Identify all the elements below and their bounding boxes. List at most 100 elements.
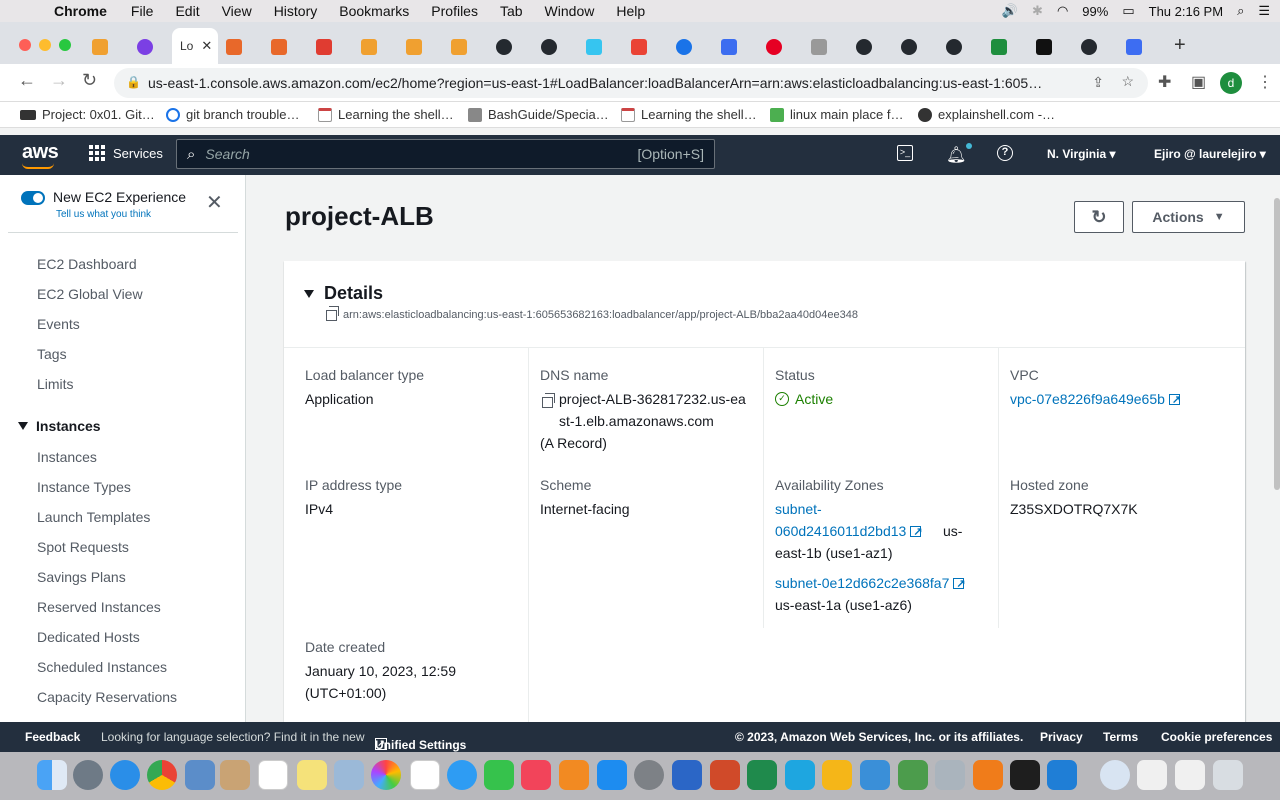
- new-tab-button[interactable]: +: [1174, 34, 1186, 57]
- launchpad-icon[interactable]: [73, 760, 103, 790]
- battery-percent[interactable]: 99%: [1082, 4, 1108, 19]
- messages-icon[interactable]: [447, 760, 477, 790]
- vlc-icon[interactable]: [973, 760, 1003, 790]
- tab-close-icon[interactable]: ✕: [201, 38, 212, 54]
- sidebar-item-savings-plans[interactable]: Savings Plans: [37, 569, 126, 585]
- vpc-link[interactable]: vpc-07e8226f9a649e65b: [1010, 388, 1181, 411]
- details-toggle[interactable]: Details: [304, 283, 383, 304]
- app-icon[interactable]: [898, 760, 928, 790]
- bookmark-item[interactable]: Project: 0x01. Git…: [20, 107, 155, 122]
- tab-pinterest[interactable]: [766, 36, 782, 58]
- sidebar-item-spot-requests[interactable]: Spot Requests: [37, 539, 129, 555]
- cookie-preferences-link[interactable]: Cookie preferences: [1161, 730, 1272, 744]
- excel-icon[interactable]: [747, 760, 777, 790]
- spotlight-icon[interactable]: ⌕: [1237, 3, 1244, 19]
- tab-github-5[interactable]: [946, 36, 962, 58]
- music-icon[interactable]: [521, 760, 551, 790]
- account-menu[interactable]: Ejiro @ laurelejiro ▾: [1154, 147, 1266, 161]
- control-center-icon[interactable]: ☰: [1258, 3, 1270, 19]
- powerpoint-icon[interactable]: [710, 760, 740, 790]
- tab-5[interactable]: [316, 36, 332, 58]
- page-scrollbar[interactable]: [1274, 198, 1280, 490]
- menu-window[interactable]: Window: [545, 3, 595, 19]
- maximize-window-icon[interactable]: [59, 39, 71, 51]
- bookmark-item[interactable]: git branch trouble…: [166, 107, 299, 122]
- actions-button[interactable]: Actions ▼: [1132, 201, 1245, 233]
- app-store-icon[interactable]: [597, 760, 627, 790]
- tab-11[interactable]: [721, 36, 737, 58]
- copy-icon[interactable]: [326, 305, 339, 321]
- notes-icon[interactable]: [297, 760, 327, 790]
- tab-17[interactable]: [991, 36, 1007, 58]
- tab-8[interactable]: [451, 36, 467, 58]
- tab-13[interactable]: [811, 36, 827, 58]
- sidebar-item-instance-types[interactable]: Instance Types: [37, 479, 131, 495]
- tab-10[interactable]: [676, 36, 692, 58]
- tab-2[interactable]: [137, 36, 153, 58]
- app-icon[interactable]: [860, 760, 890, 790]
- wifi-icon[interactable]: ◠: [1057, 3, 1068, 19]
- cloudshell-icon[interactable]: >_: [897, 145, 913, 161]
- tab-active[interactable]: Lo ✕: [172, 28, 218, 64]
- menu-chrome[interactable]: Chrome: [54, 3, 107, 19]
- tab-6[interactable]: [361, 36, 377, 58]
- document-icon[interactable]: [1137, 760, 1167, 790]
- bookmark-item[interactable]: Learning the shell…: [318, 107, 454, 122]
- feedback-link[interactable]: Tell us what you think: [56, 209, 151, 220]
- region-selector[interactable]: N. Virginia ▾: [1047, 147, 1116, 161]
- refresh-button[interactable]: ↻: [1074, 201, 1124, 233]
- menu-edit[interactable]: Edit: [175, 3, 199, 19]
- tab-github-6[interactable]: [1081, 36, 1097, 58]
- reminders-icon[interactable]: [410, 760, 440, 790]
- sidebar-item-events[interactable]: Events: [37, 316, 80, 332]
- reload-icon[interactable]: ↻: [82, 70, 97, 91]
- photos-icon[interactable]: [371, 760, 401, 790]
- minimize-window-icon[interactable]: [39, 39, 51, 51]
- chrome-menu-icon[interactable]: ⋮: [1257, 72, 1273, 92]
- trash-icon[interactable]: [1213, 760, 1243, 790]
- app-icon[interactable]: [935, 760, 965, 790]
- address-bar[interactable]: 🔒 us-east-1.console.aws.amazon.com/ec2/h…: [114, 68, 1148, 98]
- facetime-icon[interactable]: [484, 760, 514, 790]
- az1-subnet-link-cont[interactable]: 060d2416011d2bd13: [775, 520, 923, 543]
- sidebar-item-limits[interactable]: Limits: [37, 376, 74, 392]
- copy-icon[interactable]: [542, 393, 555, 408]
- sidebar-item-global-view[interactable]: EC2 Global View: [37, 286, 143, 302]
- privacy-link[interactable]: Privacy: [1040, 730, 1083, 744]
- menu-history[interactable]: History: [274, 3, 318, 19]
- side-panel-icon[interactable]: ▣: [1191, 72, 1206, 92]
- tab-bootstrap[interactable]: [1126, 36, 1142, 58]
- preview-icon[interactable]: [185, 760, 215, 790]
- tab-7[interactable]: [406, 36, 422, 58]
- bookmark-item[interactable]: explainshell.com -…: [918, 107, 1055, 122]
- forward-icon[interactable]: →: [50, 70, 68, 91]
- sidebar-item-reserved-instances[interactable]: Reserved Instances: [37, 599, 161, 615]
- sidebar-item-ec2-dashboard[interactable]: EC2 Dashboard: [37, 256, 137, 272]
- system-preferences-icon[interactable]: [634, 760, 664, 790]
- safari-icon[interactable]: [110, 760, 140, 790]
- document-icon[interactable]: [1175, 760, 1205, 790]
- tab-github-4[interactable]: [901, 36, 917, 58]
- vscode-icon[interactable]: [1047, 760, 1077, 790]
- preview-app-icon[interactable]: [334, 760, 364, 790]
- tab-slack[interactable]: [586, 36, 602, 58]
- volume-icon[interactable]: 🔊: [1002, 3, 1018, 19]
- battery-icon[interactable]: ▭: [1122, 3, 1134, 19]
- terminal-icon[interactable]: [1010, 760, 1040, 790]
- tab-github-2[interactable]: [541, 36, 557, 58]
- bookmark-item[interactable]: Learning the shell…: [621, 107, 757, 122]
- sidebar-item-instances[interactable]: Instances: [37, 449, 97, 465]
- app-icon[interactable]: [822, 760, 852, 790]
- share-icon[interactable]: ⇪: [1092, 74, 1104, 91]
- books-icon[interactable]: [559, 760, 589, 790]
- tab-github-1[interactable]: [496, 36, 512, 58]
- az2-subnet-link[interactable]: subnet-0e12d662c2e368fa7: [775, 572, 966, 595]
- menu-help[interactable]: Help: [616, 3, 645, 19]
- tab-gmail[interactable]: [631, 36, 647, 58]
- finder-icon[interactable]: [37, 760, 67, 790]
- search-input[interactable]: ⌕ Search [Option+S]: [176, 139, 715, 169]
- bookmark-item[interactable]: linux main place f…: [770, 107, 903, 122]
- app-icon[interactable]: [785, 760, 815, 790]
- close-window-icon[interactable]: [19, 39, 31, 51]
- clock[interactable]: Thu 2:16 PM: [1149, 4, 1223, 19]
